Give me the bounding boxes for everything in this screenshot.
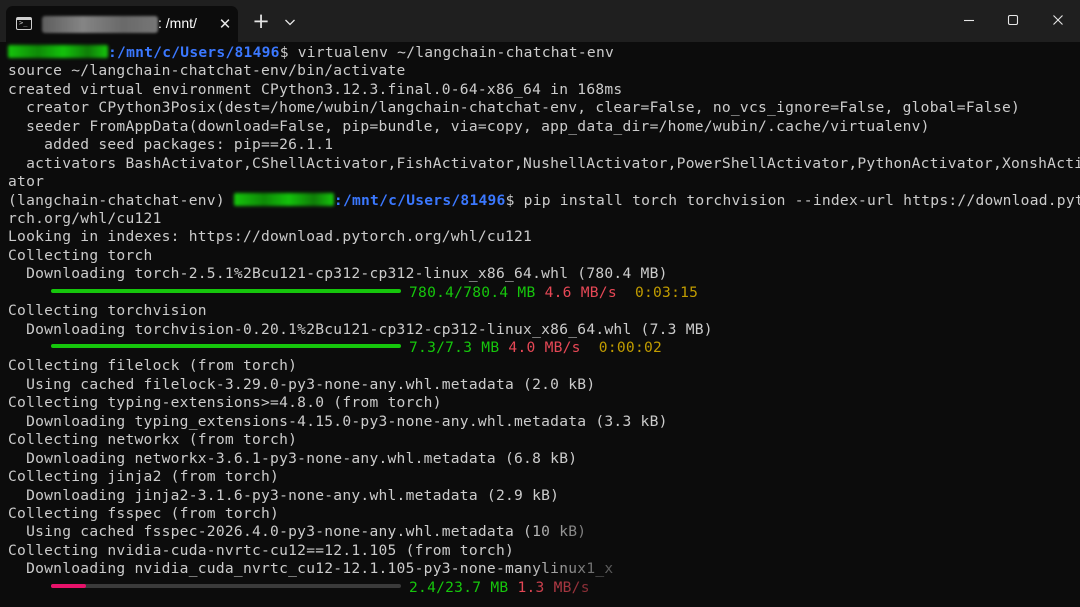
venv-prefix: (langchain-chatchat-env) — [8, 191, 234, 209]
redacted-username — [8, 45, 108, 58]
title-bar: : /mnt/ ✕ + — [0, 0, 1080, 42]
terminal-line: Using cached fsspec-2026.4.0-py3-none-an… — [8, 523, 587, 541]
progress-eta: 0:00:02 — [598, 339, 663, 356]
progress-speed: 4.6 MB/s — [544, 283, 617, 301]
terminal-line: ator — [8, 173, 45, 191]
terminal-tab[interactable]: : /mnt/ ✕ — [6, 6, 238, 42]
terminal-line: Downloading typing_extensions-4.15.0-py3… — [8, 412, 668, 430]
terminal-line: Downloading torch-2.5.1%2Bcu121-cp312-cp… — [8, 265, 668, 283]
terminal-line: Collecting networkx (from torch) — [8, 431, 298, 449]
progress-line: 7.3/7.3 MB 4.0 MB/s 0:00:02 — [8, 339, 1072, 357]
terminal-line: activators BashActivator,CShellActivator… — [8, 154, 1080, 172]
close-icon[interactable]: ✕ — [214, 14, 236, 34]
terminal-line: Collecting nvidia-cuda-nvrtc-cu12==12.1.… — [8, 541, 515, 559]
progress-line: 780.4/780.4 MB 4.6 MB/s 0:03:15 — [8, 284, 1072, 302]
terminal-line: Collecting typing-extensions>=4.8.0 (fro… — [8, 394, 442, 412]
terminal-line: Collecting filelock (from torch) — [8, 357, 298, 375]
progress-line: 2.4/23.7 MB 1.3 MB/s — [8, 579, 1072, 597]
terminal-line: Collecting jinja2 (from torch) — [8, 468, 280, 486]
progress-size: 2.4/23.7 MB — [409, 578, 509, 596]
progress-size: 780.4/780.4 MB — [409, 283, 536, 301]
progress-speed: 1.3 MB/s — [517, 578, 590, 596]
progress-bar — [51, 288, 401, 293]
redacted-username — [233, 192, 334, 206]
maximize-icon[interactable] — [998, 8, 1028, 32]
tab-title: : /mnt/ — [158, 15, 197, 31]
terminal-output[interactable]: :/mnt/c/Users/81496$ virtualenv ~/langch… — [8, 44, 1080, 597]
prompt-command: $ pip install torch torchvision --index-… — [505, 191, 1080, 209]
terminal-line: created virtual environment CPython3.12.… — [8, 80, 623, 98]
terminal-line: Using cached filelock-3.29.0-py3-none-an… — [8, 375, 596, 393]
prompt-path: :/mnt/c/Users/81496 — [108, 44, 280, 61]
terminal-line: Downloading nvidia_cuda_nvrtc_cu12-12.1.… — [8, 560, 614, 578]
terminal-line: Collecting fsspec (from torch) — [8, 504, 280, 522]
progress-eta: 0:03:15 — [634, 283, 699, 301]
terminal-line: Downloading torchvision-0.20.1%2Bcu121-c… — [8, 320, 713, 338]
tab-title-redacted — [42, 16, 158, 33]
progress-bar — [51, 344, 401, 348]
progress-bar — [51, 583, 401, 588]
terminal-line: Downloading networkx-3.6.1-py3-none-any.… — [8, 449, 578, 467]
terminal-line: Collecting torchvision — [8, 302, 207, 320]
progress-size: 7.3/7.3 MB — [409, 339, 500, 356]
minimize-icon[interactable] — [954, 8, 984, 32]
prompt-path: :/mnt/c/Users/81496 — [333, 191, 506, 209]
terminal-line: added seed packages: pip==26.1.1 — [8, 136, 334, 154]
terminal-line: Downloading jinja2-3.1.6-py3-none-any.wh… — [8, 486, 560, 504]
terminal-line: source ~/langchain-chatchat-env/bin/acti… — [8, 62, 406, 80]
chevron-down-icon[interactable] — [280, 12, 300, 32]
terminal-line: rch.org/whl/cu121 — [8, 209, 162, 227]
prompt-command: $ virtualenv ~/langchain-chatchat-env — [279, 44, 615, 61]
progress-bar-fill — [51, 583, 86, 588]
terminal-line: Looking in indexes: https://download.pyt… — [8, 228, 533, 246]
plus-icon[interactable]: + — [248, 10, 274, 34]
terminal-line: (langchain-chatchat-env) :/mnt/c/Users/8… — [8, 191, 1080, 210]
terminal-line: creator CPython3Posix(dest=/home/wubin/l… — [8, 99, 1021, 117]
terminal-icon — [16, 17, 32, 30]
terminal-line: :/mnt/c/Users/81496$ virtualenv ~/langch… — [8, 44, 1072, 62]
terminal-line: seeder FromAppData(download=False, pip=b… — [8, 117, 930, 135]
terminal-line: Collecting torch — [8, 246, 153, 264]
close-window-icon[interactable] — [1043, 8, 1073, 32]
progress-speed: 4.0 MB/s — [508, 339, 581, 356]
